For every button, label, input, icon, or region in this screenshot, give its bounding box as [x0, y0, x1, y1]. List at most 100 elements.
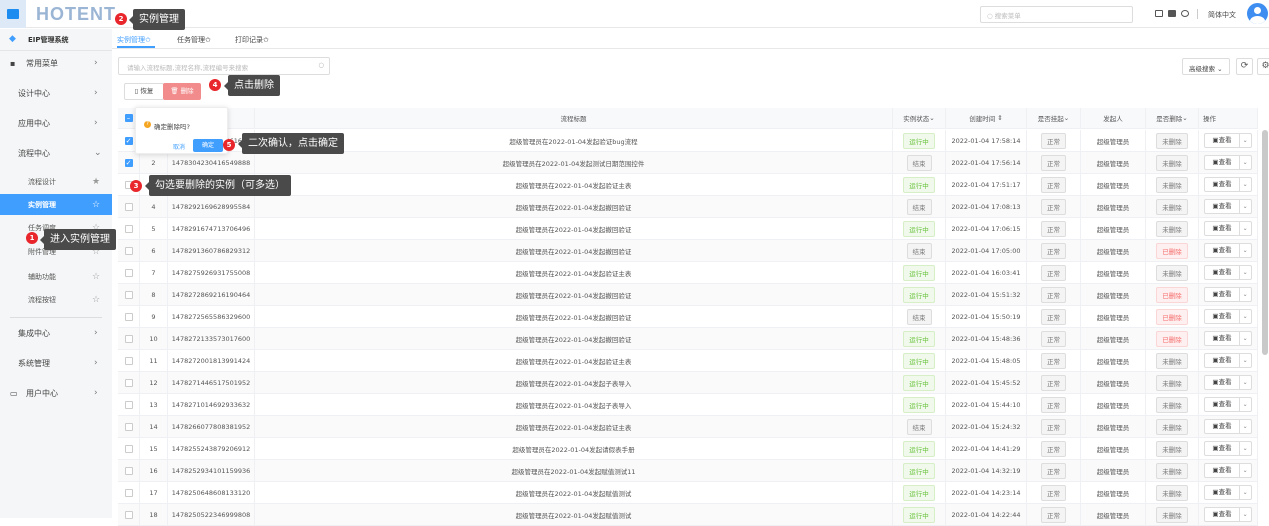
instance-title[interactable]: 超级管理员在2022-01-04发起撤回验证 — [516, 312, 632, 322]
instance-title[interactable]: 超级管理员在2022-01-04发起撤回验证 — [516, 246, 632, 256]
tab-task-management[interactable]: 任务管理✩ — [177, 35, 211, 45]
confirm-button[interactable]: 确定 — [193, 139, 223, 152]
delete-button[interactable]: 🗑 删除 — [163, 83, 201, 100]
table-row[interactable]: 10 1478272133573017600 超级管理员在2022-01-04发起撤… — [118, 328, 1258, 350]
chevron-down-icon[interactable]: ⌄ — [1238, 442, 1251, 455]
sidebar-item-process-design[interactable]: 流程设计 ★ — [0, 171, 112, 193]
restore-button[interactable]: ▯ 恢复 — [124, 83, 164, 100]
view-button[interactable]: ▣查看 — [1205, 200, 1238, 213]
chevron-down-icon[interactable]: ⌄ — [1238, 486, 1251, 499]
table-row[interactable]: 9 1478272565586329600 超级管理员在2022-01-04发起撤回… — [118, 306, 1258, 328]
chevron-down-icon[interactable]: ⌄ — [1238, 354, 1251, 367]
row-checkbox[interactable] — [124, 224, 133, 233]
instance-title[interactable]: 超级管理员在2022-01-04发起撤回验证 — [516, 224, 632, 234]
instance-title[interactable]: 超级管理员在2022-01-04发起验证主表 — [516, 268, 632, 278]
row-checkbox[interactable]: ✓ — [124, 136, 133, 145]
table-row[interactable]: 14 1478266077808381952 超级管理员在2022-01-04发起验… — [118, 416, 1258, 438]
row-checkbox[interactable] — [124, 356, 133, 365]
table-row[interactable]: 16 1478252934101159936 超级管理员在2022-01-04发起赋… — [118, 460, 1258, 482]
view-button[interactable]: ▣查看 — [1205, 244, 1238, 257]
sidebar-item-process-center[interactable]: 流程中心 ⌄ — [0, 142, 112, 164]
sidebar-item-instance-management[interactable]: 实例管理 ☆ — [0, 194, 112, 215]
sidebar-item-system-management[interactable]: 系统管理 › — [0, 352, 112, 374]
chevron-down-icon[interactable]: ⌄ — [1238, 222, 1251, 235]
view-button[interactable]: ▣查看 — [1205, 508, 1238, 521]
chevron-down-icon[interactable]: ⌄ — [1238, 178, 1251, 191]
refresh-button[interactable]: ⟳ — [1236, 58, 1253, 75]
sidebar-item-process-buttons[interactable]: 流程按钮 ☆ — [0, 289, 112, 311]
chevron-down-icon[interactable]: ⌄ — [1238, 310, 1251, 323]
row-checkbox[interactable] — [124, 400, 133, 409]
star-icon[interactable]: ☆ — [92, 272, 100, 282]
sidebar-item-user-center[interactable]: ▭ 用户中心 › — [0, 382, 112, 404]
row-checkbox[interactable] — [124, 334, 133, 343]
chevron-down-icon[interactable]: ⌄ — [1238, 244, 1251, 257]
chevron-down-icon[interactable]: ⌄ — [1238, 376, 1251, 389]
row-checkbox[interactable] — [124, 202, 133, 211]
star-icon[interactable]: ☆ — [92, 295, 100, 305]
language-select[interactable]: 简体中文 — [1208, 10, 1236, 20]
header-title[interactable]: 流程标题 — [255, 108, 893, 128]
row-checkbox[interactable] — [124, 510, 133, 519]
table-row[interactable]: 6 1478291360786829312 超级管理员在2022-01-04发起撤回… — [118, 240, 1258, 262]
instance-title[interactable]: 超级管理员在2022-01-04发起撤回验证 — [516, 290, 632, 300]
avatar[interactable] — [1247, 3, 1268, 24]
select-all-checkbox[interactable]: – — [124, 114, 133, 122]
instance-title[interactable]: 超级管理员在2022-01-04发起赋值测试11 — [511, 466, 635, 476]
fullscreen-icon[interactable] — [1168, 10, 1176, 17]
cancel-button[interactable]: 取消 — [173, 142, 185, 151]
sidebar-item-app-center[interactable]: 应用中心 › — [0, 112, 112, 134]
tab-instance-management[interactable]: 实例管理✩ — [117, 35, 151, 45]
menu-search-input[interactable]: ○ 搜索菜单 — [980, 6, 1133, 23]
star-icon[interactable]: ☆ — [92, 200, 100, 210]
instance-title[interactable]: 超级管理员在2022-01-04发起赋值测试 — [516, 488, 632, 498]
header-created[interactable]: 创建时间 ⇕ — [946, 108, 1027, 128]
table-row[interactable]: 7 1478275926931755008 超级管理员在2022-01-04发起验证… — [118, 262, 1258, 284]
instance-title[interactable]: 超级管理员在2022-01-04发起子表导入 — [516, 400, 632, 410]
table-row[interactable]: 5 1478291674713706496 超级管理员在2022-01-04发起撤回… — [118, 218, 1258, 240]
row-checkbox[interactable] — [124, 378, 133, 387]
view-button[interactable]: ▣查看 — [1205, 398, 1238, 411]
view-button[interactable]: ▣查看 — [1205, 376, 1238, 389]
view-button[interactable]: ▣查看 — [1205, 134, 1238, 147]
table-row[interactable]: 4 1478292169628995584 超级管理员在2022-01-04发起撤回… — [118, 196, 1258, 218]
view-button[interactable]: ▣查看 — [1205, 464, 1238, 477]
instance-title[interactable]: 超级管理员在2022-01-04发起赋值测试 — [516, 510, 632, 520]
header-suspended[interactable]: 是否挂起 ⌄ — [1027, 108, 1081, 128]
row-checkbox[interactable]: ✓ — [124, 158, 133, 167]
chevron-down-icon[interactable]: ⌄ — [1238, 156, 1251, 169]
row-checkbox[interactable] — [124, 466, 133, 475]
view-button[interactable]: ▣查看 — [1205, 178, 1238, 191]
instance-title[interactable]: 超级管理员在2022-01-04发起请假表手册 — [512, 444, 634, 454]
sidebar-item-auxiliary[interactable]: 辅助功能 ☆ — [0, 266, 112, 288]
view-button[interactable]: ▣查看 — [1205, 266, 1238, 279]
table-row[interactable]: 17 1478250648608133120 超级管理员在2022-01-04发起赋… — [118, 482, 1258, 504]
table-row[interactable]: 15 1478255243879206912 超级管理员在2022-01-04发起请… — [118, 438, 1258, 460]
chevron-down-icon[interactable]: ⌄ — [1238, 464, 1251, 477]
instance-title[interactable]: 超级管理员在2022-01-04发起撤回验证 — [516, 202, 632, 212]
view-button[interactable]: ▣查看 — [1205, 288, 1238, 301]
table-row[interactable]: 18 1478250522346999808 超级管理员在2022-01-04发起赋… — [118, 504, 1258, 526]
sidebar-item-design-center[interactable]: 设计中心 › — [0, 82, 112, 104]
view-button[interactable]: ▣查看 — [1205, 442, 1238, 455]
advanced-search-button[interactable]: 高级搜索 ⌄ — [1182, 58, 1230, 75]
table-row[interactable]: 12 1478271446517501952 超级管理员在2022-01-04发起子… — [118, 372, 1258, 394]
instance-title[interactable]: 超级管理员在2022-01-04发起子表导入 — [516, 378, 632, 388]
view-button[interactable]: ▣查看 — [1205, 420, 1238, 433]
table-row[interactable]: 8 1478272869216190464 超级管理员在2022-01-04发起撤回… — [118, 284, 1258, 306]
header-deleted[interactable]: 是否删除 ⌄ — [1146, 108, 1199, 128]
refresh-icon[interactable] — [1181, 10, 1189, 17]
chevron-down-icon[interactable]: ⌄ — [1238, 508, 1251, 521]
menu-toggle-button[interactable] — [0, 0, 26, 28]
view-button[interactable]: ▣查看 — [1205, 310, 1238, 323]
row-checkbox[interactable] — [124, 290, 133, 299]
view-button[interactable]: ▣查看 — [1205, 354, 1238, 367]
instance-title[interactable]: 超级管理员在2022-01-04发起测试日期范围控件 — [503, 158, 645, 168]
header-status[interactable]: 实例状态 ⌄ — [893, 108, 946, 128]
view-button[interactable]: ▣查看 — [1205, 222, 1238, 235]
row-checkbox[interactable] — [124, 246, 133, 255]
row-checkbox[interactable] — [124, 444, 133, 453]
instance-title[interactable]: 超级管理员在2022-01-04发起验证主表 — [516, 422, 632, 432]
view-button[interactable]: ▣查看 — [1205, 486, 1238, 499]
instance-title[interactable]: 超级管理员在2022-01-04发起验证bug流程 — [509, 136, 637, 146]
